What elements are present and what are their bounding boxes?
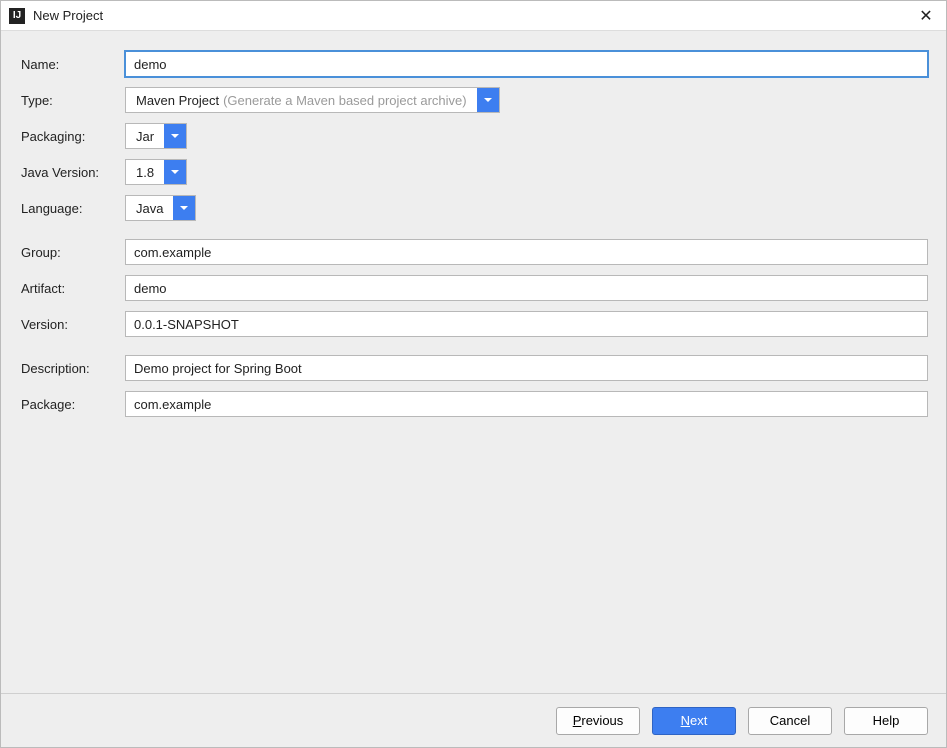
type-value: Maven Project [136,93,219,108]
next-button[interactable]: Next [652,707,736,735]
dialog-footer: Previous Next Cancel Help [1,693,946,747]
package-input[interactable] [125,391,928,417]
close-icon[interactable]: ✕ [914,6,938,26]
app-icon: IJ [9,8,25,24]
version-input[interactable] [125,311,928,337]
java-version-value: 1.8 [136,165,154,180]
artifact-label: Artifact: [21,281,125,296]
description-label: Description: [21,361,125,376]
chevron-down-icon[interactable] [164,160,186,184]
artifact-input[interactable] [125,275,928,301]
group-label: Group: [21,245,125,260]
package-label: Package: [21,397,125,412]
packaging-label: Packaging: [21,129,125,144]
java-version-label: Java Version: [21,165,125,180]
chevron-down-icon[interactable] [164,124,186,148]
group-input[interactable] [125,239,928,265]
type-hint: (Generate a Maven based project archive) [223,93,467,108]
version-label: Version: [21,317,125,332]
language-label: Language: [21,201,125,216]
language-value: Java [136,201,163,216]
packaging-combo[interactable]: Jar [125,123,187,149]
type-combo[interactable]: Maven Project (Generate a Maven based pr… [125,87,500,113]
chevron-down-icon[interactable] [173,196,195,220]
packaging-value: Jar [136,129,154,144]
help-button[interactable]: Help [844,707,928,735]
java-version-combo[interactable]: 1.8 [125,159,187,185]
description-input[interactable] [125,355,928,381]
language-combo[interactable]: Java [125,195,196,221]
titlebar: IJ New Project ✕ [1,1,946,31]
type-label: Type: [21,93,125,108]
cancel-button[interactable]: Cancel [748,707,832,735]
chevron-down-icon[interactable] [477,88,499,112]
name-input[interactable] [125,51,928,77]
name-label: Name: [21,57,125,72]
window-title: New Project [33,8,103,23]
dialog-content: Name: Type: Maven Project (Generate a Ma… [1,31,946,693]
previous-button[interactable]: Previous [556,707,640,735]
